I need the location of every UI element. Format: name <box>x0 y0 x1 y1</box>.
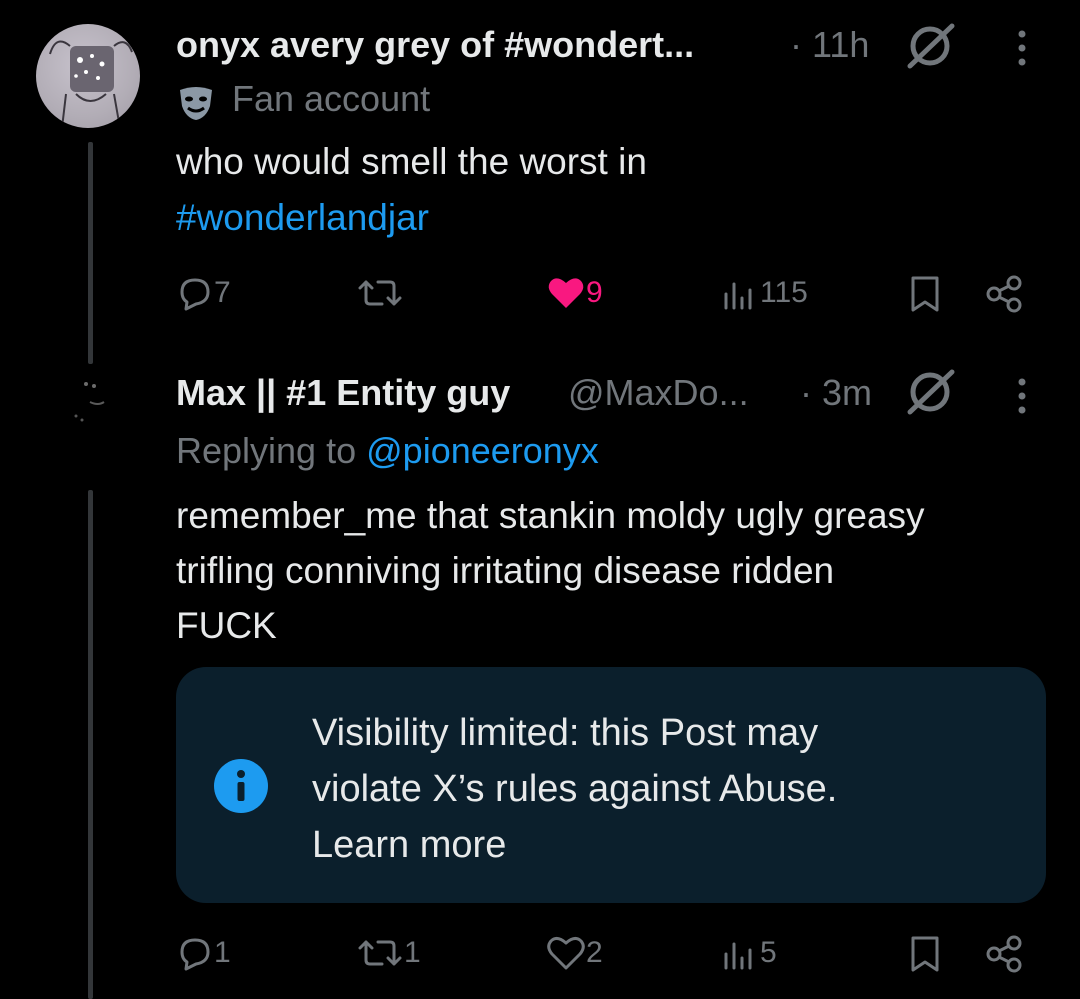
bookmark-icon <box>911 276 939 312</box>
post-time[interactable]: · 3m <box>800 372 872 414</box>
grok-icon[interactable] <box>902 18 958 79</box>
share-icon <box>986 275 1022 313</box>
like-icon <box>548 278 584 308</box>
avatar[interactable] <box>36 24 140 128</box>
grok-icon[interactable] <box>902 364 958 425</box>
bookmark-icon <box>911 936 939 972</box>
like-count: 2 <box>586 936 603 969</box>
reply-icon <box>180 938 210 971</box>
author-name[interactable]: Max || #1 Entity guy <box>176 372 510 414</box>
thread-line <box>88 490 93 999</box>
post-text-line: FUCK <box>176 605 277 646</box>
reply-count: 1 <box>214 936 231 969</box>
views-icon <box>724 942 752 970</box>
repost-icon <box>358 940 402 966</box>
views-button[interactable]: 115 <box>720 274 808 312</box>
like-button[interactable]: 9 <box>546 274 603 312</box>
like-button[interactable]: 2 <box>546 934 603 972</box>
reply-button[interactable]: 7 <box>176 274 231 312</box>
reply-count: 7 <box>214 276 231 309</box>
account-label: Fan account <box>232 78 431 119</box>
replying-to: Replying to @pioneeronyx <box>176 430 599 472</box>
views-count: 5 <box>760 936 777 969</box>
replying-handle-link[interactable]: @pioneeronyx <box>366 430 599 471</box>
thread-line <box>88 142 93 364</box>
reply-icon <box>180 278 210 311</box>
avatar[interactable] <box>60 372 116 428</box>
replying-prefix: Replying to <box>176 430 357 471</box>
reply-button[interactable]: 1 <box>176 934 231 972</box>
post-text: who would smell the worst in <box>176 141 647 182</box>
notice-text-line: Visibility limited: this Post may <box>312 712 819 754</box>
more-icon[interactable] <box>1014 376 1030 421</box>
author-name[interactable]: onyx avery grey of #wondert... <box>176 24 694 66</box>
views-count: 115 <box>760 276 808 309</box>
share-button[interactable] <box>984 274 1024 319</box>
info-icon <box>214 759 268 818</box>
notice-text-line: violate X’s rules against Abuse. <box>312 768 838 810</box>
fan-account-icon <box>176 82 216 127</box>
repost-button[interactable]: 1 <box>356 934 421 972</box>
more-icon[interactable] <box>1014 28 1030 73</box>
post-text-line: remember_me that stankin moldy ugly grea… <box>176 495 925 536</box>
repost-button[interactable] <box>356 274 404 312</box>
post-time[interactable]: · 11h <box>790 24 869 66</box>
bookmark-button[interactable] <box>906 274 944 319</box>
views-icon <box>724 282 752 310</box>
visibility-notice: Visibility limited: this Post may violat… <box>176 667 1046 903</box>
avatar-drawing-icon <box>49 40 133 128</box>
post-text-line: trifling conniving irritating disease ri… <box>176 550 835 591</box>
repost-icon <box>358 280 402 306</box>
repost-count: 1 <box>404 936 421 969</box>
author-handle[interactable]: @MaxDo... <box>568 372 749 414</box>
avatar-drawing-icon <box>74 382 105 422</box>
like-icon <box>547 936 585 970</box>
share-icon <box>986 935 1022 973</box>
learn-more-link[interactable]: Learn more <box>312 817 506 873</box>
hashtag-link[interactable]: #wonderlandjar <box>176 190 429 246</box>
share-button[interactable] <box>984 934 1024 979</box>
views-button[interactable]: 5 <box>720 934 777 972</box>
like-count: 9 <box>586 276 603 309</box>
bookmark-button[interactable] <box>906 934 944 979</box>
